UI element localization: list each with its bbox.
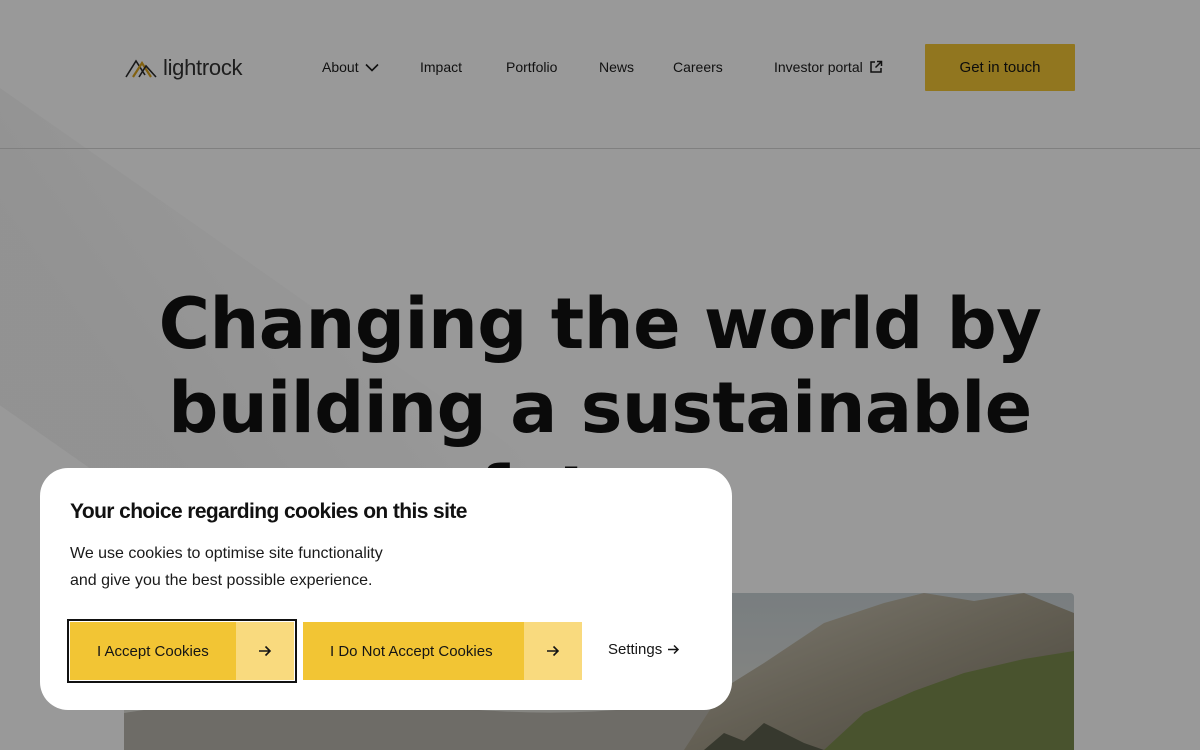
page: lightrock About Impact Portfolio News Ca… bbox=[0, 0, 1200, 750]
arrow-right-icon bbox=[524, 622, 582, 680]
cookie-settings-link[interactable]: Settings bbox=[608, 641, 680, 658]
cookie-text-line: We use cookies to optimise site function… bbox=[70, 545, 383, 562]
decline-cookies-button[interactable]: I Do Not Accept Cookies bbox=[303, 622, 582, 680]
cookie-dialog-title: Your choice regarding cookies on this si… bbox=[70, 500, 467, 523]
arrow-right-icon bbox=[668, 644, 680, 655]
arrow-right-icon bbox=[236, 622, 294, 680]
accept-cookies-button[interactable]: I Accept Cookies bbox=[67, 619, 297, 683]
decline-cookies-label: I Do Not Accept Cookies bbox=[330, 642, 493, 660]
cookie-text-line: and give you the best possible experienc… bbox=[70, 572, 373, 589]
cookie-consent-dialog: Your choice regarding cookies on this si… bbox=[40, 468, 732, 710]
accept-cookies-label: I Accept Cookies bbox=[97, 642, 209, 660]
cookie-dialog-text: We use cookies to optimise site function… bbox=[70, 540, 470, 594]
settings-label: Settings bbox=[608, 641, 663, 658]
